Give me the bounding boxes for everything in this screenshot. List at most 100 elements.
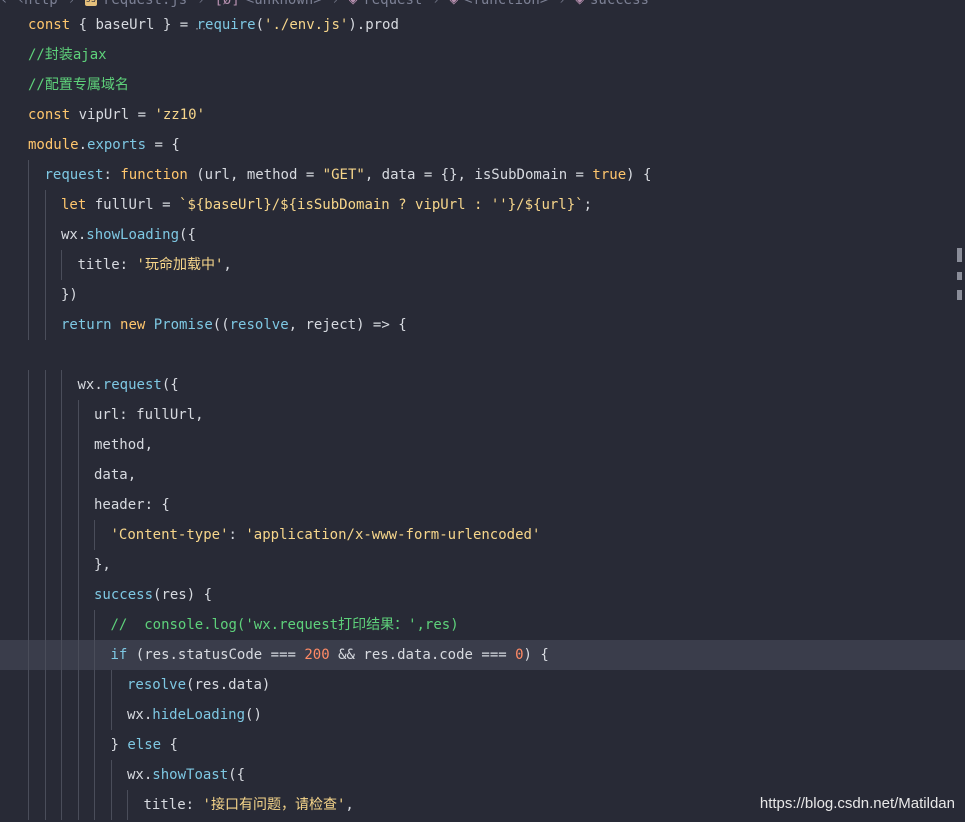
indent-guide [77,760,79,790]
code-text: wx.showToast({ [127,767,246,783]
indent-guide [28,610,29,640]
code-line[interactable] [0,340,965,370]
indent-guide [28,430,29,460]
code-editor[interactable]: const { baseUrl } = require('./env.js').… [0,10,965,822]
code-text: // console.log('wx.request打印结果：',res) [110,617,459,633]
indent-guide [28,580,29,610]
indent-guide [28,790,29,820]
indent-guide [44,250,46,280]
code-line[interactable]: wx.request({ [0,370,965,400]
indent-guide [44,220,46,250]
indent-guide [28,400,29,430]
indent-guide [61,610,62,640]
breadcrumb: ‹ ‹ http › JS request.js › [ø] <unknown>… [0,0,965,10]
indent-guide [44,730,46,760]
indent-guide [94,790,95,820]
code-line[interactable]: //封装ajax [0,40,965,70]
breadcrumb-item-success[interactable]: success [590,0,649,8]
code-line[interactable]: }, [0,550,965,580]
indent-guide [28,520,29,550]
scrollbar-marker[interactable] [957,272,962,280]
indent-guide [61,430,62,460]
code-text: if (res.statusCode === 200 && res.data.c… [110,647,549,663]
code-text: let fullUrl = `${baseUrl}/${isSubDomain … [61,197,593,213]
breadcrumb-item-folder[interactable]: http [24,0,58,8]
code-line[interactable]: if (res.statusCode === 200 && res.data.c… [0,640,965,670]
indent-guide [28,280,29,310]
code-line[interactable]: const vipUrl = 'zz10' [0,100,965,130]
indent-guide [44,370,46,400]
breadcrumb-item-unknown[interactable]: <unknown> [246,0,322,8]
breadcrumb-item-function[interactable]: <function> [464,0,548,8]
code-line[interactable]: //配置专属域名 [0,70,965,100]
code-line[interactable]: header: { [0,490,965,520]
code-line[interactable]: }) [0,280,965,310]
indent-guide [44,490,46,520]
indent-guide [94,730,95,760]
code-line[interactable]: const { baseUrl } = require('./env.js').… [0,10,965,40]
indent-guide [28,490,29,520]
code-line[interactable]: 'Content-type': 'application/x-www-form-… [0,520,965,550]
code-text: method, [94,437,154,453]
code-line[interactable]: data, [0,460,965,490]
code-line[interactable]: method, [0,430,965,460]
indent-guide [77,730,79,760]
indent-guide [61,700,62,730]
indent-guide [110,700,112,730]
indent-guide [77,490,79,520]
watermark: https://blog.csdn.net/Matildan [759,795,955,812]
scrollbar-marker[interactable] [957,290,962,300]
indent-guide [77,700,79,730]
indent-guide [94,700,95,730]
indent-guide [61,790,62,820]
indent-guide [77,550,79,580]
indent-guide [44,280,46,310]
breadcrumb-item-request[interactable]: request [363,0,422,8]
code-line[interactable]: module.exports = { [0,130,965,160]
indent-guide [44,520,46,550]
code-line[interactable]: url: fullUrl, [0,400,965,430]
indent-guide [28,190,29,220]
code-text: wx.hideLoading() [127,707,262,723]
code-line[interactable]: resolve(res.data) [0,670,965,700]
indent-guide [77,610,79,640]
code-line[interactable]: } else { [0,730,965,760]
indent-guide [28,160,29,190]
chevron-right-icon: › [432,0,440,7]
indent-guide [61,730,62,760]
indent-guide [61,250,62,280]
code-text: wx.request({ [77,377,179,393]
chevron-right-icon: › [331,0,339,7]
indent-guide [61,460,62,490]
indent-guide [77,520,79,550]
code-text: data, [94,467,137,483]
code-text: title: '接口有问题，请检查', [143,797,354,813]
code-line[interactable]: success(res) { [0,580,965,610]
code-line[interactable]: wx.showLoading({ [0,220,965,250]
code-line[interactable]: return new Promise((resolve, reject) => … [0,310,965,340]
indent-guide [61,400,62,430]
indent-guide [28,220,29,250]
method-icon: ◈ [449,0,458,8]
code-text: request: function (url, method = "GET", … [44,167,652,183]
hint-ellipsis-icon: ··· [194,24,216,35]
code-text: 'Content-type': 'application/x-www-form-… [110,527,541,543]
indent-guide [110,760,112,790]
breadcrumb-item-file[interactable]: request.js [103,0,187,8]
indent-guide [28,730,29,760]
code-line[interactable]: title: '玩命加载中', [0,250,965,280]
code-line[interactable]: // console.log('wx.request打印结果：',res) [0,610,965,640]
code-line[interactable]: wx.hideLoading() [0,700,965,730]
chevron-left-icon[interactable]: ‹ ‹ [0,0,25,8]
indent-guide [28,250,29,280]
code-line[interactable]: wx.showToast({ [0,760,965,790]
code-line[interactable]: request: function (url, method = "GET", … [0,160,965,190]
indent-guide [28,670,29,700]
indent-guide [28,700,29,730]
code-line[interactable]: let fullUrl = `${baseUrl}/${isSubDomain … [0,190,965,220]
method-icon: ◈ [575,0,584,8]
indent-guide [44,700,46,730]
indent-guide [28,370,29,400]
code-text: title: '玩命加载中', [77,257,232,273]
scrollbar-marker[interactable] [957,248,962,262]
